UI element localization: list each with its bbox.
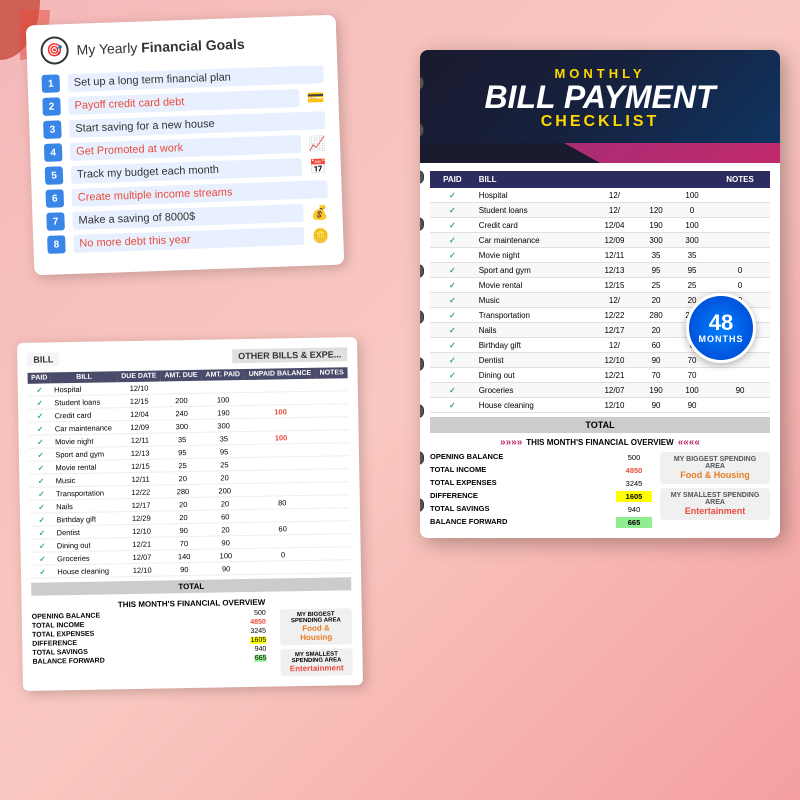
bills-small-overview: THIS MONTH'S FINANCIAL OVERVIEW OPENING … <box>32 596 353 681</box>
credit-card-icon: 💳 <box>307 89 325 107</box>
coin-icon: 🪙 <box>312 227 330 245</box>
col-amt-due: AMT. DUE <box>160 370 201 382</box>
overview-grid: OPENING BALANCE 500 TOTAL INCOME 4850 TO… <box>430 452 770 530</box>
table-row: ✓ Groceries 12/07 190 100 90 <box>430 383 770 398</box>
calendar-icon: 📅 <box>309 158 327 176</box>
col-paid: PAID <box>28 372 52 383</box>
table-row: ✓ Car maintenance 12/09 300 300 <box>430 233 770 248</box>
col-notes: NOTES <box>316 367 348 379</box>
table-row: ✓ Movie rental 12/15 25 25 0 <box>430 278 770 293</box>
overview-section-title: »»»» THIS MONTH'S FINANCIAL OVERVIEW «««… <box>430 437 770 448</box>
main-bill-total: TOTAL <box>430 417 770 433</box>
table-row: ✓ Dining out 12/21 70 70 <box>430 368 770 383</box>
goal-item-8: 8 No more debt this year 🪙 <box>47 226 329 254</box>
main-col-notes: NOTES <box>710 171 770 188</box>
table-row: ✓ Student loans 12/ 120 0 <box>430 203 770 218</box>
ov-income: TOTAL INCOME 4850 <box>430 465 652 476</box>
overview-section: »»»» THIS MONTH'S FINANCIAL OVERVIEW «««… <box>430 437 770 530</box>
bills-small-total: TOTAL <box>31 577 351 596</box>
table-row: ✓ House cleaning 12/10 90 90 <box>430 398 770 413</box>
goals-title: My Yearly Financial Goals <box>76 36 245 58</box>
table-row: ✓ Sport and gym 12/13 95 95 0 <box>430 263 770 278</box>
main-col-paid: PAID <box>430 171 475 188</box>
ov-difference: DIFFERENCE 1605 <box>430 491 652 502</box>
ov-opening: OPENING BALANCE 500 <box>430 452 652 463</box>
main-col-d3 <box>674 171 710 188</box>
bills-small-card: BILL OTHER BILLS & EXPE... PAID BILL DUE… <box>17 337 363 691</box>
ov-savings: TOTAL SAVINGS 940 <box>430 504 652 515</box>
biggest-spending-box: MY BIGGEST SPENDING AREA Food & Housing <box>660 452 770 484</box>
months-badge: 48 MONTHS <box>686 293 756 363</box>
goals-target-icon: 🎯 <box>40 36 69 65</box>
main-col-bill: BILL <box>475 171 591 188</box>
main-col-d1 <box>591 171 638 188</box>
overview-left: OPENING BALANCE 500 TOTAL INCOME 4850 TO… <box>430 452 652 530</box>
main-bill-table: PAID BILL NOTES ✓ Hospital 12/ 100 ✓ Stu… <box>430 171 770 413</box>
bills-small-header: BILL OTHER BILLS & EXPE... <box>27 347 347 367</box>
ov-balance: BALANCE FORWARD 665 <box>430 517 652 528</box>
ov-expenses: TOTAL EXPENSES 3245 <box>430 478 652 489</box>
arrows-left: »»»» <box>500 437 522 448</box>
goals-card-header: 🎯 My Yearly Financial Goals <box>40 27 323 65</box>
main-bill-card: MONTHLY Bill Payment CHECKLIST PAID BILL… <box>420 50 780 538</box>
chart-icon: 📈 <box>308 135 326 153</box>
overview-right: MY BIGGEST SPENDING AREA Food & Housing … <box>660 452 770 530</box>
col-amt-paid: AMT. PAID <box>201 369 244 381</box>
card-accent-bar <box>420 143 780 163</box>
other-bills-title: OTHER BILLS & EXPE... <box>232 347 347 363</box>
checklist-subtitle: CHECKLIST <box>440 113 760 131</box>
arrows-right: «««« <box>678 437 700 448</box>
col-due-date: DUE DATE <box>117 370 161 382</box>
bills-small-table: PAID BILL DUE DATE AMT. DUE AMT. PAID UN… <box>28 367 352 579</box>
bill-card-header: MONTHLY Bill Payment CHECKLIST <box>420 50 780 143</box>
money-bag-icon: 💰 <box>311 204 329 222</box>
spiral-binding <box>420 50 426 538</box>
main-col-d2 <box>638 171 674 188</box>
goals-card: 🎯 My Yearly Financial Goals 1 Set up a l… <box>26 15 345 276</box>
table-row: ✓ Hospital 12/ 100 <box>430 188 770 203</box>
bill-small-title: BILL <box>27 352 59 367</box>
bill-payment-title: Bill Payment <box>440 81 760 113</box>
table-row: ✓ Movie night 12/11 35 35 <box>430 248 770 263</box>
smallest-spending-box: MY SMALLEST SPENDING AREA Entertainment <box>660 488 770 520</box>
table-row: ✓ Credit card 12/04 190 100 <box>430 218 770 233</box>
